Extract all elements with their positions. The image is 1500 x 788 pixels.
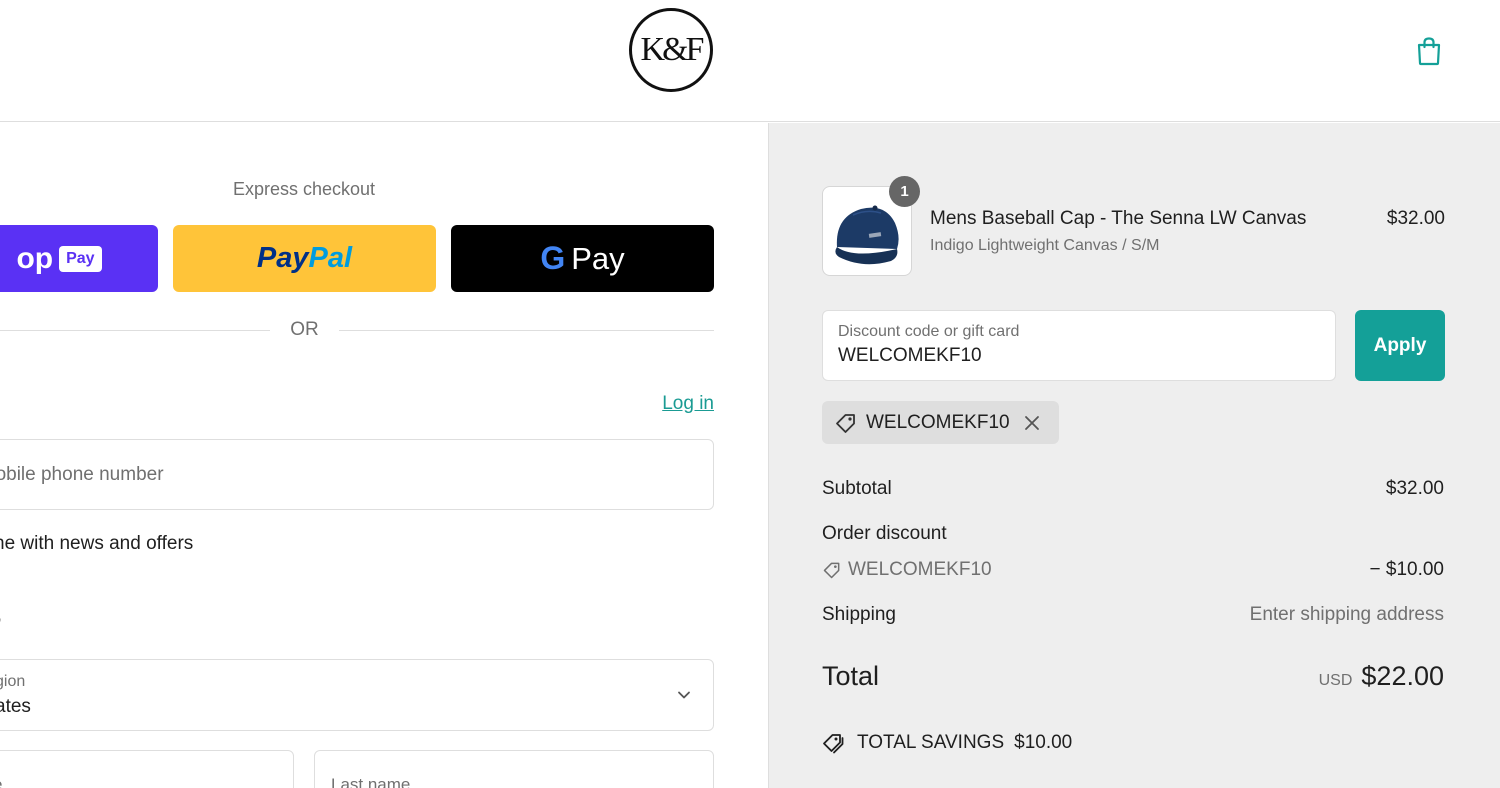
logo-text: K&F	[640, 31, 705, 68]
total-value-group: USD $22.00	[1319, 661, 1444, 692]
subtotal-value: $32.00	[1385, 478, 1444, 499]
product-variant: Indigo Lightweight Canvas / S/M	[930, 237, 1160, 254]
paypal-button[interactable]: Pay Pal	[173, 225, 436, 292]
country-value: ates	[0, 696, 31, 717]
subtotal-label: Subtotal	[822, 478, 892, 499]
discount-code-field[interactable]: Discount code or gift card	[822, 310, 1336, 381]
first-name-label: e	[0, 775, 2, 788]
savings-tag-icon	[823, 734, 844, 754]
tag-icon	[823, 562, 840, 579]
shop-pay-pill: Pay	[59, 245, 102, 272]
discount-code-input[interactable]	[838, 345, 1308, 367]
product-name: Mens Baseball Cap - The Senna LW Canvas	[930, 208, 1307, 229]
or-text: OR	[290, 319, 319, 340]
phone-input[interactable]	[0, 440, 713, 509]
google-pay-button[interactable]: G Pay	[451, 225, 714, 292]
apply-discount-button[interactable]: Apply	[1355, 310, 1445, 381]
quantity-badge: 1	[889, 176, 920, 207]
savings-amount: $10.00	[1014, 732, 1073, 753]
applied-discount-chip: WELCOMEKF10	[822, 401, 1059, 444]
total-savings: TOTAL SAVINGS $10.00	[822, 731, 1072, 755]
google-g-icon: G	[540, 240, 566, 276]
last-name-field[interactable]: Last name	[314, 750, 714, 788]
total-amount: $22.00	[1361, 661, 1444, 691]
first-name-field[interactable]: e	[0, 750, 294, 788]
savings-label: TOTAL SAVINGS	[857, 732, 1005, 753]
checkout-header: K&F	[0, 0, 1500, 122]
phone-field[interactable]	[0, 439, 714, 510]
discount-code-name: WELCOMEKF10	[848, 559, 992, 580]
discount-code-label: Discount code or gift card	[838, 323, 1020, 340]
total-currency: USD	[1318, 672, 1353, 689]
shipping-value: Enter shipping address	[1249, 604, 1444, 625]
shop-pay-button[interactable]: op Pay	[0, 225, 158, 292]
country-region-select[interactable]: gion ates	[0, 659, 714, 731]
order-discount-label: Order discount	[822, 523, 947, 544]
divider-line	[339, 330, 714, 331]
checkout-form-panel: Express checkout op Pay Pay Pal G Pay OR …	[0, 123, 768, 788]
tag-icon	[836, 413, 855, 433]
applied-code-text: WELCOMEKF10	[866, 411, 1010, 433]
shopping-bag-icon[interactable]	[1412, 34, 1446, 68]
shop-pay-wordmark: op	[16, 241, 54, 275]
paypal-wordmark-pal: Pal	[308, 242, 353, 274]
remove-discount-icon[interactable]	[1022, 413, 1042, 433]
country-label: gion	[0, 673, 26, 690]
divider-line	[0, 330, 270, 331]
chevron-down-icon	[678, 691, 690, 699]
express-checkout-title: Express checkout	[232, 179, 376, 199]
last-name-label: Last name	[331, 775, 411, 788]
section-heading-fragment: ,	[0, 607, 2, 623]
shipping-label: Shipping	[822, 604, 896, 625]
order-summary-panel: 1 Mens Baseball Cap - The Senna LW Canva…	[768, 123, 1500, 788]
or-divider: OR	[0, 319, 714, 343]
log-in-link[interactable]: Log in	[600, 393, 714, 415]
product-price: $32.00	[1386, 208, 1445, 229]
google-pay-label: Pay	[571, 240, 625, 276]
total-label: Total	[822, 661, 880, 691]
discount-code-row: WELCOMEKF10	[822, 559, 992, 581]
paypal-wordmark-pay: Pay	[256, 242, 309, 274]
discount-value: − $10.00	[1369, 559, 1445, 580]
store-logo[interactable]: K&F	[629, 8, 713, 92]
news-offers-checkbox-label[interactable]: ne with news and offers	[0, 533, 193, 555]
